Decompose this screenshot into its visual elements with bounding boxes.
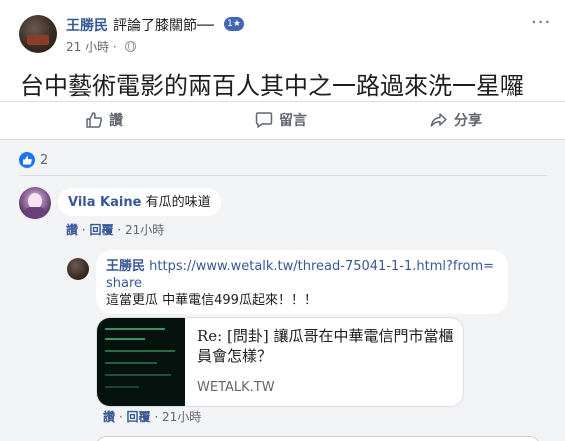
reaction-count: 2	[40, 152, 49, 168]
like-button[interactable]: 讚	[85, 110, 123, 130]
post-author-name[interactable]: 王勝民	[66, 15, 108, 35]
preview-domain: WETALK.TW	[197, 380, 275, 395]
comments-section: 2 Vila Kaine 有瓜的味道 讚 · 回覆 · 21小時 王勝民 htt…	[0, 139, 565, 441]
reply-input-field[interactable]	[96, 436, 540, 441]
comment-icon	[255, 112, 273, 128]
link-preview-card[interactable]: Re: [問卦] 讓瓜哥在中華電信門市當櫃員會怎樣？ WETALK.TW	[96, 317, 464, 407]
comment-author[interactable]: Vila Kaine	[68, 195, 141, 210]
preview-title[interactable]: Re: [問卦] 讓瓜哥在中華電信門市當櫃員會怎樣？	[197, 326, 457, 366]
share-arrow-icon	[430, 113, 447, 127]
rating-badge: 1★	[224, 17, 244, 31]
post-meta: 21 小時 ·	[66, 38, 136, 55]
like-reaction-icon	[19, 152, 35, 168]
reply-author[interactable]: 王勝民	[106, 259, 145, 274]
reply-link[interactable]: https://www.wetalk.tw/thread-75041-1-1.h…	[106, 259, 494, 291]
share-label: 分享	[454, 113, 482, 129]
post-timestamp[interactable]: 21 小時	[66, 40, 109, 54]
comment-bubble: Vila Kaine 有瓜的味道	[58, 188, 221, 216]
comment-time[interactable]: 21小時	[125, 223, 164, 237]
globe-icon	[124, 41, 136, 52]
more-options-button[interactable]: ···	[531, 12, 551, 33]
comment-reply-link[interactable]: 回覆	[89, 223, 113, 237]
reply-avatar[interactable]	[67, 258, 89, 280]
comment-actions: 讚 · 回覆 · 21小時	[66, 223, 165, 237]
share-button[interactable]: 分享	[430, 110, 482, 130]
preview-thumbnail	[97, 318, 185, 406]
thumbs-up-icon	[86, 112, 103, 128]
comment-label: 留言	[279, 113, 307, 129]
reply-text: 這當更瓜 中華電信499瓜起來！！！	[106, 293, 317, 308]
post-action-bar: 讚 留言 分享	[0, 101, 565, 139]
post-action-text: 評論了膝關節──	[113, 18, 214, 34]
comment-like-link[interactable]: 讚	[66, 223, 78, 237]
comment-button[interactable]: 留言	[255, 110, 307, 130]
reply-actions: 讚 · 回覆 · 21小時	[103, 410, 202, 424]
author-avatar[interactable]	[19, 15, 57, 53]
reply-bubble: 王勝民 https://www.wetalk.tw/thread-75041-1…	[96, 250, 508, 314]
reaction-summary[interactable]: 2	[19, 152, 48, 168]
like-label: 讚	[109, 113, 123, 129]
reply-reply-link[interactable]: 回覆	[126, 410, 150, 424]
comment-text: 有瓜的味道	[145, 195, 211, 210]
meta-separator: ·	[112, 40, 117, 54]
reply-time[interactable]: 21小時	[162, 410, 201, 424]
post-header: 王勝民 評論了膝關節── 1★ 21 小時 · ···	[0, 0, 565, 58]
commenter-avatar[interactable]	[19, 187, 51, 219]
post-body-text: 台中藝術電影的兩百人其中之一路過來洗一星囉	[20, 72, 524, 100]
reply-like-link[interactable]: 讚	[103, 410, 115, 424]
section-divider	[19, 175, 547, 176]
